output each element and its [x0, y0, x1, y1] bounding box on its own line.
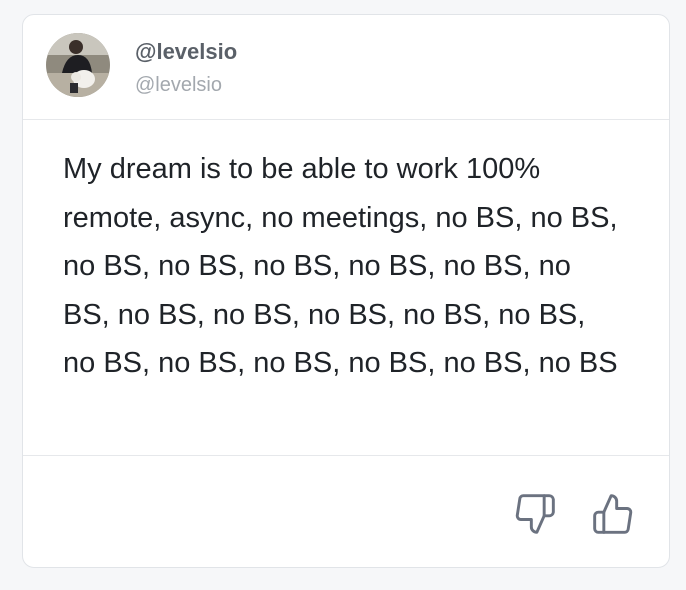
- tweet-header: @levelsio @levelsio: [23, 15, 669, 120]
- tweet-actions: [23, 455, 669, 568]
- user-handle[interactable]: @levelsio: [135, 73, 222, 97]
- avatar[interactable]: [46, 33, 110, 97]
- thumbs-down-button[interactable]: [513, 492, 557, 536]
- thumbs-down-icon: [513, 492, 557, 536]
- thumbs-up-icon: [591, 492, 635, 536]
- tweet-text: My dream is to be able to work 100% remo…: [63, 153, 618, 379]
- display-name[interactable]: @levelsio: [135, 39, 237, 65]
- tweet-card: @levelsio @levelsio My dream is to be ab…: [22, 14, 670, 568]
- thumbs-up-button[interactable]: [591, 492, 635, 536]
